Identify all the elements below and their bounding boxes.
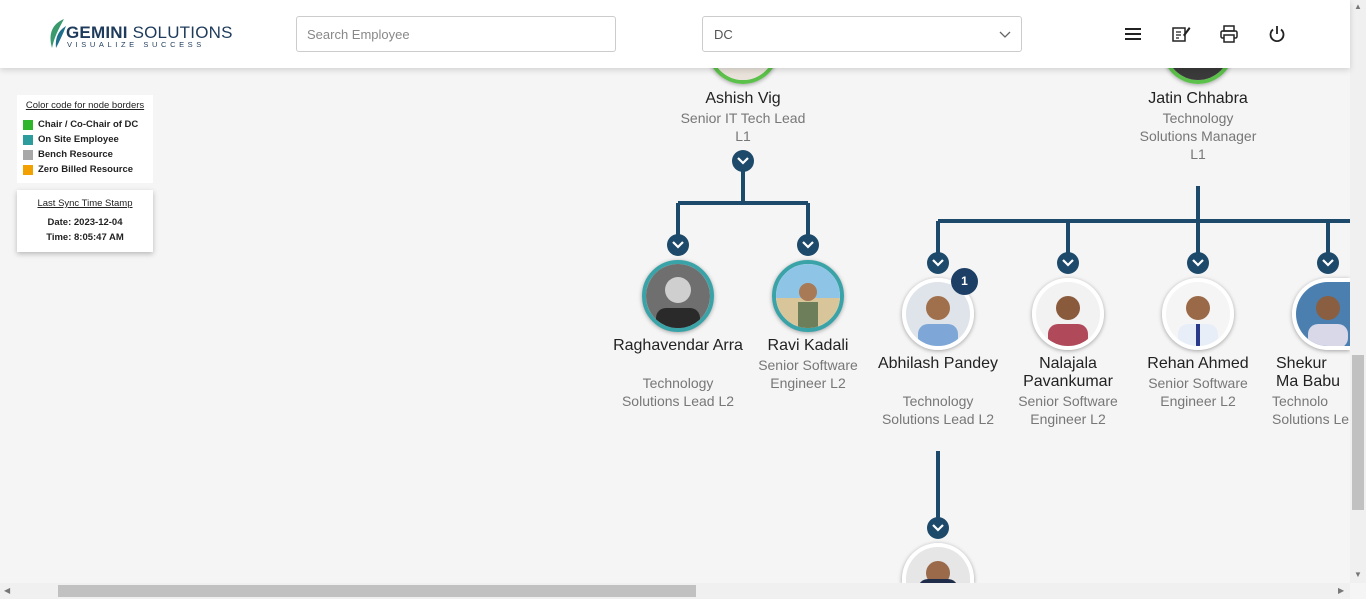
- avatar-rehan-ahmed[interactable]: [1162, 278, 1234, 350]
- node-title-raghavendar: Technology Solutions Lead L2: [621, 375, 735, 409]
- profile-photo: [1166, 282, 1230, 346]
- expand-toggle-child[interactable]: [927, 517, 949, 539]
- expand-toggle-shekur[interactable]: [1317, 252, 1339, 274]
- profile-photo: [906, 547, 970, 583]
- node-name-ravi[interactable]: Ravi Kadali: [743, 337, 873, 355]
- avatar-ravi-kadali[interactable]: [772, 260, 844, 332]
- power-icon[interactable]: [1267, 24, 1287, 44]
- menu-icon[interactable]: [1123, 24, 1143, 44]
- chevron-down-icon: [802, 241, 814, 249]
- scroll-up-arrow-icon[interactable]: ▲: [1354, 2, 1362, 11]
- expand-toggle-raghavendar[interactable]: [667, 234, 689, 256]
- expand-toggle-ashish[interactable]: [732, 150, 754, 172]
- chevron-down-icon: [737, 157, 749, 165]
- node-name-ashish[interactable]: Ashish Vig: [678, 90, 808, 108]
- chevron-down-icon: [932, 524, 944, 532]
- scroll-down-arrow-icon[interactable]: ▼: [1354, 570, 1362, 579]
- node-name-jatin[interactable]: Jatin Chhabra: [1133, 90, 1263, 108]
- expand-toggle-rehan[interactable]: [1187, 252, 1209, 274]
- logo-leaf-icon: [50, 19, 66, 48]
- profile-photo: [776, 264, 840, 328]
- node-name-abhilash[interactable]: Abhilash Pandey: [873, 355, 1003, 373]
- avatar-raghavendar-arra[interactable]: [642, 260, 714, 332]
- chevron-down-icon: [932, 259, 944, 267]
- top-header: GEMINI SOLUTIONS VISUALIZE SUCCESS DC: [0, 0, 1350, 68]
- chevron-down-icon: [1192, 259, 1204, 267]
- chevron-down-icon: [672, 241, 684, 249]
- subordinate-count-badge[interactable]: 1: [951, 268, 978, 295]
- node-title-shekur: Technolo Solutions Le: [1272, 393, 1350, 427]
- dc-select[interactable]: DC: [702, 16, 1022, 52]
- node-name-nalajala[interactable]: Nalajala Pavankumar: [1003, 355, 1133, 391]
- node-title-rehan: Senior Software Engineer L2: [1148, 375, 1248, 409]
- edit-note-icon[interactable]: [1171, 24, 1191, 44]
- node-title-ravi: Senior Software Engineer L2: [758, 357, 858, 391]
- dc-select-value: DC: [714, 27, 733, 42]
- expand-toggle-ravi[interactable]: [797, 234, 819, 256]
- chevron-down-icon: [1062, 259, 1074, 267]
- expand-toggle-abhilash[interactable]: [927, 252, 949, 274]
- profile-photo: [1036, 282, 1100, 346]
- vertical-scrollbar[interactable]: ▲ ▼: [1350, 0, 1366, 583]
- vertical-scroll-thumb[interactable]: [1352, 355, 1364, 510]
- avatar-nalajala-pavankumar[interactable]: [1032, 278, 1104, 350]
- search-employee-input[interactable]: [296, 16, 616, 52]
- horizontal-scroll-thumb[interactable]: [58, 585, 696, 597]
- node-name-shekur[interactable]: Shekur Ma Babu: [1263, 355, 1350, 391]
- profile-photo: [1296, 282, 1350, 346]
- expand-toggle-nalajala[interactable]: [1057, 252, 1079, 274]
- scroll-right-arrow-icon[interactable]: ▶: [1338, 586, 1344, 595]
- chevron-down-icon: [999, 31, 1011, 38]
- node-title-jatin: Technology Solutions Manager L1: [1139, 110, 1257, 162]
- profile-photo: [646, 264, 710, 328]
- node-title-abhilash: Technology Solutions Lead L2: [881, 393, 995, 427]
- chevron-down-icon: [1322, 259, 1334, 267]
- node-title-ashish: Senior IT Tech Lead L1: [680, 110, 806, 144]
- print-icon[interactable]: [1219, 24, 1239, 44]
- gemini-logo[interactable]: GEMINI SOLUTIONS VISUALIZE SUCCESS: [46, 18, 232, 52]
- scroll-left-arrow-icon[interactable]: ◀: [4, 586, 10, 595]
- node-title-nalajala: Senior Software Engineer L2: [1018, 393, 1118, 427]
- node-name-raghavendar[interactable]: Raghavendar Arra: [613, 337, 743, 355]
- horizontal-scrollbar[interactable]: ◀ ▶: [0, 583, 1350, 599]
- node-name-rehan[interactable]: Rehan Ahmed: [1133, 355, 1263, 373]
- logo-tagline: VISUALIZE SUCCESS: [67, 40, 205, 49]
